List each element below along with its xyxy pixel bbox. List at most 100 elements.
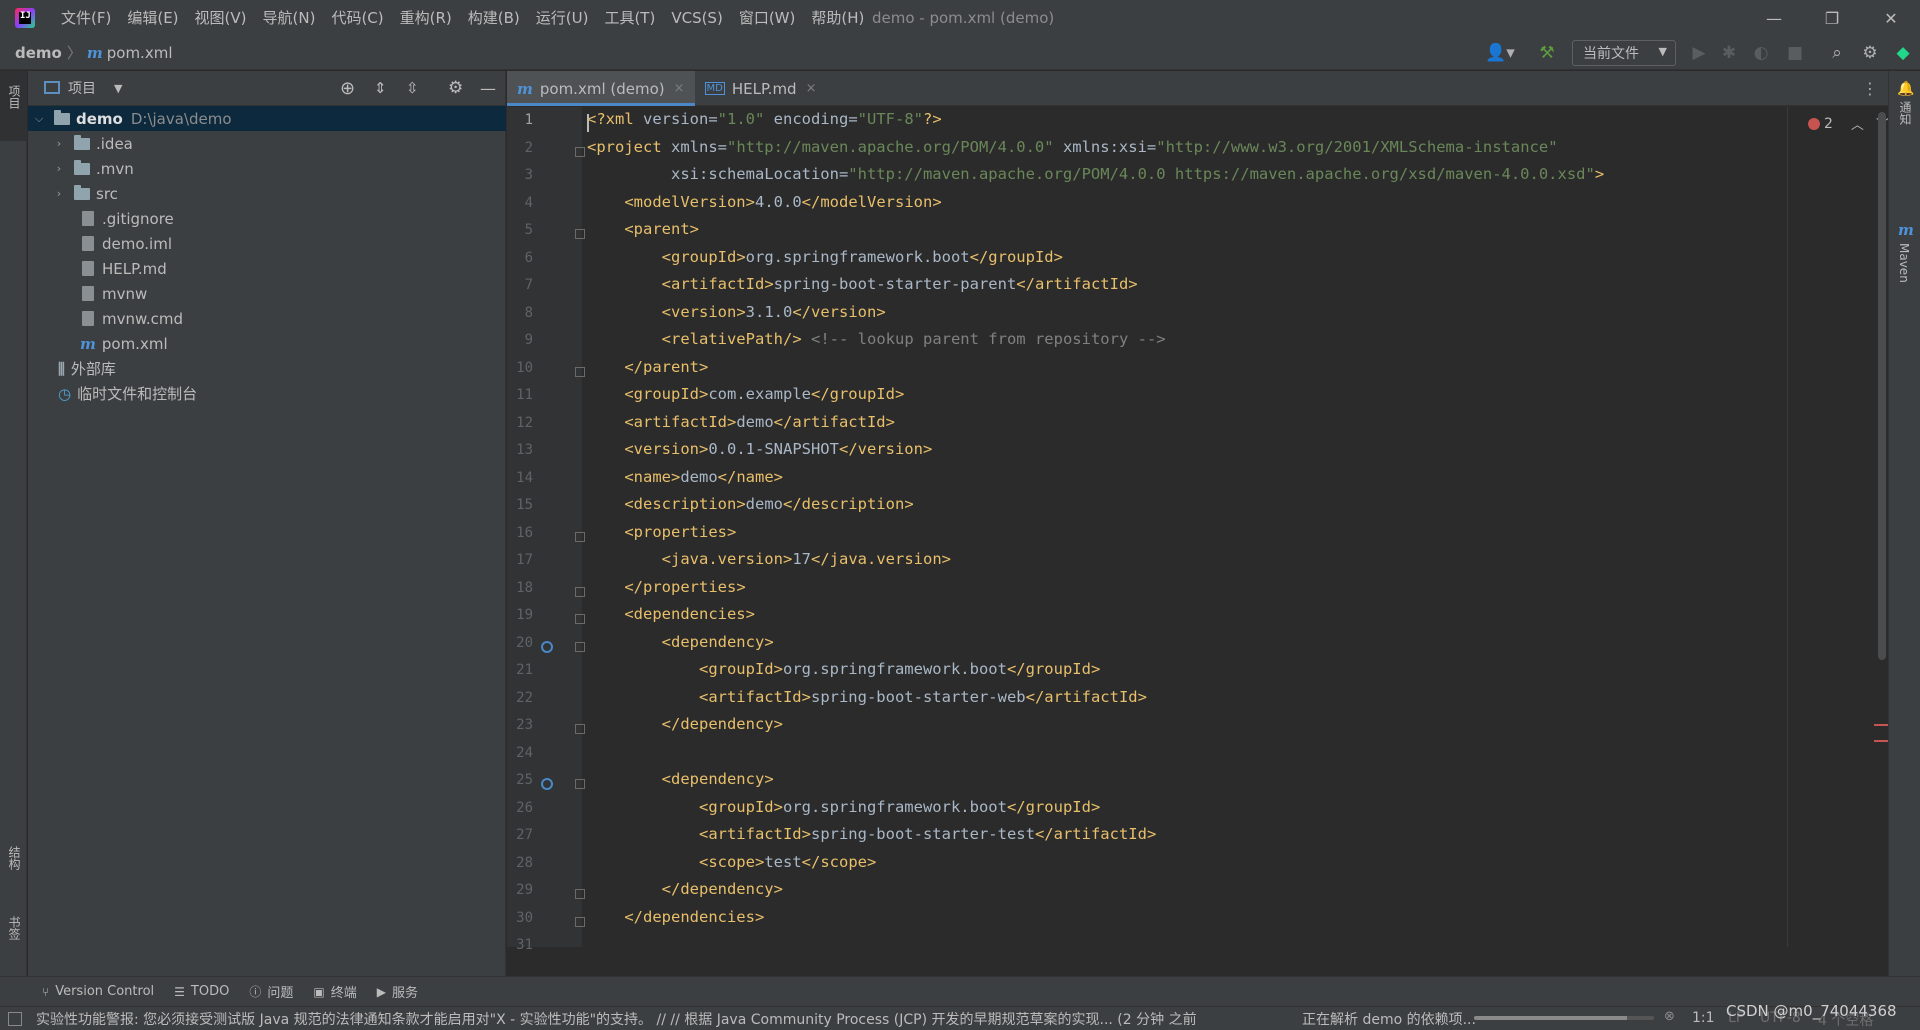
code-line[interactable]: <dependency>	[587, 633, 774, 651]
code-line[interactable]: <groupId>org.springframework.boot</group…	[587, 798, 1100, 816]
stripe-bookmarks-label[interactable]: 书签	[6, 916, 23, 940]
tree-scratches[interactable]: ◷ 临时文件和控制台	[28, 381, 506, 406]
fold-marker-icon[interactable]	[575, 724, 585, 734]
collapse-all-icon[interactable]: ⇳	[406, 79, 419, 97]
tree-item[interactable]: › .mvn	[28, 156, 506, 181]
menu-item[interactable]: 编辑(E)	[119, 0, 186, 36]
menu-item[interactable]: 视图(V)	[187, 0, 255, 36]
fold-marker-icon[interactable]	[575, 366, 585, 377]
code-line[interactable]: <groupId>org.springframework.boot</group…	[587, 660, 1100, 678]
close-icon[interactable]: ✕	[1862, 0, 1920, 36]
dependency-gutter-icon[interactable]	[541, 778, 553, 790]
tree-item[interactable]: demo.iml	[28, 231, 506, 256]
close-tab-icon[interactable]: ×	[806, 81, 817, 96]
project-panel-title[interactable]: 项目	[68, 78, 96, 98]
code-line[interactable]: </properties>	[587, 578, 745, 596]
code-line[interactable]: <dependencies>	[587, 605, 755, 623]
search-icon[interactable]: ⌕	[1823, 36, 1851, 70]
code-line[interactable]: <version>0.0.1-SNAPSHOT</version>	[587, 440, 932, 458]
menu-item[interactable]: 窗口(W)	[731, 0, 804, 36]
menu-item[interactable]: 重构(R)	[392, 0, 460, 36]
fold-marker-icon[interactable]	[575, 146, 585, 157]
breadcrumb-project[interactable]: demo	[15, 44, 62, 62]
code-line[interactable]: <?xml version="1.0" encoding="UTF-8"?>	[587, 110, 942, 128]
inspection-widget[interactable]: 2 ︿ ﹀	[1808, 114, 1889, 133]
editor-scrollbar[interactable]	[1878, 112, 1886, 660]
jetbrains-toolbox-icon[interactable]: ◆	[1888, 36, 1918, 70]
chevron-right-icon[interactable]: ›	[52, 162, 66, 175]
fold-marker-icon[interactable]	[575, 889, 585, 899]
more-tabs-icon[interactable]: ⋮	[1862, 79, 1878, 98]
code-line[interactable]: <relativePath/> <!-- lookup parent from …	[587, 330, 1166, 348]
code-line[interactable]: <artifactId>demo</artifactId>	[587, 413, 895, 431]
code-line[interactable]: <scope>test</scope>	[587, 853, 876, 871]
restore-icon[interactable]: ❐	[1803, 0, 1861, 36]
close-tab-icon[interactable]: ×	[674, 81, 685, 96]
tool-window-button[interactable]: ▶ 服务	[377, 982, 418, 1002]
menu-item[interactable]: 运行(U)	[528, 0, 597, 36]
tree-item[interactable]: mvnw.cmd	[28, 306, 506, 331]
error-stripe-mark[interactable]	[1874, 740, 1888, 742]
code-line[interactable]: <groupId>com.example</groupId>	[587, 385, 904, 403]
build-hammer-icon[interactable]: ⚒	[1532, 36, 1562, 70]
toggle-tool-windows-icon[interactable]	[8, 1011, 22, 1026]
chevron-down-icon[interactable]: ▼	[114, 82, 122, 95]
fold-marker-icon[interactable]	[575, 531, 585, 542]
fold-marker-icon[interactable]	[575, 229, 585, 239]
stripe-maven-label[interactable]: Maven	[1897, 243, 1911, 283]
code-line[interactable]: <artifactId>spring-boot-starter-parent</…	[587, 275, 1138, 293]
tool-window-button[interactable]: ▣ 终端	[313, 982, 356, 1002]
code-line[interactable]: <description>demo</description>	[587, 495, 913, 513]
code-line[interactable]: <artifactId>spring-boot-starter-test</ar…	[587, 825, 1156, 843]
stop-icon[interactable]: ■	[1782, 36, 1808, 70]
code-line[interactable]: </dependencies>	[587, 908, 764, 926]
coverage-icon[interactable]: ◐	[1748, 36, 1774, 70]
menu-item[interactable]: 文件(F)	[53, 0, 119, 36]
tree-root-demo[interactable]: ⌵ demo D:\java\demo	[28, 106, 506, 131]
code-line[interactable]: <name>demo</name>	[587, 468, 783, 486]
notifications-bell-icon[interactable]: 🔔	[1897, 81, 1914, 97]
menu-item[interactable]: 导航(N)	[255, 0, 324, 36]
code-editor[interactable]	[582, 107, 1887, 947]
tool-window-button[interactable]: ⑂ Version Control	[42, 984, 154, 999]
tree-item[interactable]: m pom.xml	[28, 331, 506, 356]
menu-item[interactable]: 构建(B)	[460, 0, 528, 36]
code-line[interactable]: </dependency>	[587, 880, 783, 898]
editor-tab[interactable]: m pom.xml (demo) ×	[507, 71, 695, 106]
tree-item[interactable]: › .idea	[28, 131, 506, 156]
menu-item[interactable]: 帮助(H)	[803, 0, 872, 36]
stripe-project-tab[interactable]: 项目	[0, 71, 27, 141]
tree-item[interactable]: .gitignore	[28, 206, 506, 231]
code-line[interactable]: <parent>	[587, 220, 699, 238]
chevron-right-icon[interactable]: ›	[52, 137, 66, 150]
hide-panel-icon[interactable]: —	[480, 79, 496, 98]
user-icon[interactable]: 👤▾	[1480, 36, 1520, 70]
code-line[interactable]: <modelVersion>4.0.0</modelVersion>	[587, 193, 941, 211]
tool-window-button[interactable]: ☰ TODO	[174, 984, 229, 999]
fold-marker-icon[interactable]	[575, 916, 585, 927]
chevron-right-icon[interactable]: ›	[52, 187, 66, 200]
tree-item[interactable]: HELP.md	[28, 256, 506, 281]
run-config-selector[interactable]: 当前文件 ▼	[1572, 40, 1676, 66]
code-line[interactable]: </dependency>	[587, 715, 783, 733]
tree-external-libraries[interactable]: ⫼ 外部库	[28, 356, 506, 381]
tool-window-button[interactable]: ⓘ 问题	[249, 982, 293, 1001]
fold-marker-icon[interactable]	[575, 641, 585, 652]
caret-position[interactable]: 1:1	[1692, 1010, 1715, 1026]
fold-marker-icon[interactable]	[575, 614, 585, 624]
fold-marker-icon[interactable]	[575, 779, 585, 789]
minimize-icon[interactable]: —	[1745, 0, 1803, 36]
status-message[interactable]: 实验性功能警报: 您必须接受测试版 Java 规范的法律通知条款才能启用对"X …	[36, 1009, 1276, 1029]
code-line[interactable]: <version>3.1.0</version>	[587, 303, 886, 321]
code-line[interactable]: xsi:schemaLocation="http://maven.apache.…	[587, 165, 1604, 183]
locate-file-icon[interactable]: ⊕	[340, 78, 355, 99]
panel-options-gear-icon[interactable]: ⚙	[448, 78, 463, 98]
code-line[interactable]: <java.version>17</java.version>	[587, 550, 951, 568]
dependency-gutter-icon[interactable]	[541, 640, 553, 653]
code-line[interactable]: <groupId>org.springframework.boot</group…	[587, 248, 1063, 266]
code-line[interactable]: <properties>	[587, 523, 736, 541]
chevron-down-icon[interactable]: ⌵	[32, 112, 46, 126]
code-line[interactable]: </parent>	[587, 358, 708, 376]
settings-gear-icon[interactable]: ⚙	[1856, 36, 1884, 70]
breadcrumb-file[interactable]: pom.xml	[107, 44, 173, 62]
